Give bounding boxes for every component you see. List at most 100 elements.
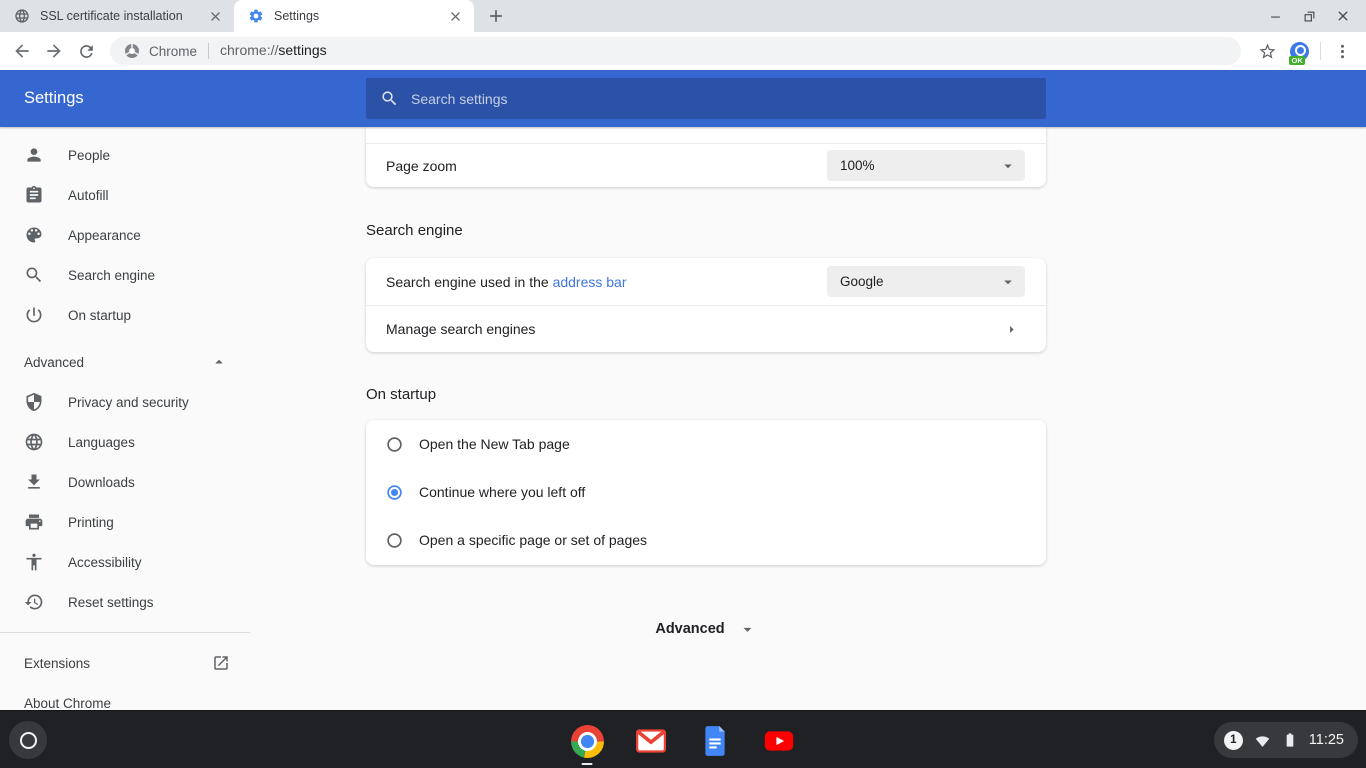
settings-content: People Autofill Appearance Search engine… (0, 127, 1366, 710)
page-zoom-row: Page zoom 100% (366, 144, 1046, 187)
chrome-app-icon[interactable] (569, 723, 605, 759)
tab-close-icon[interactable] (447, 8, 464, 25)
running-app-indicator (582, 763, 593, 766)
site-label: Chrome (149, 44, 197, 59)
url-host: settings (278, 42, 326, 58)
battery-icon (1282, 732, 1298, 748)
radio-unselected-icon[interactable] (386, 436, 403, 453)
sidebar-item-autofill[interactable]: Autofill (0, 175, 250, 215)
sidebar-item-extensions[interactable]: Extensions (0, 643, 250, 683)
reload-button[interactable] (70, 35, 102, 67)
tab-title: SSL certificate installation (40, 9, 207, 23)
back-button[interactable] (6, 35, 38, 67)
restore-history-icon (24, 592, 44, 612)
screen: SSL certificate installation Settings (0, 0, 1366, 768)
status-tray[interactable]: 1 11:25 (1214, 722, 1358, 758)
person-icon (24, 145, 44, 165)
docs-document-icon (698, 724, 732, 758)
search-icon (380, 89, 399, 108)
appearance-card-partial: Page zoom 100% (366, 127, 1046, 187)
clock: 11:25 (1309, 732, 1344, 748)
chevron-down-icon (999, 157, 1017, 175)
globe-favicon-icon (14, 8, 30, 24)
chevron-down-icon (738, 620, 757, 639)
on-startup-card: Open the New Tab page Continue where you… (366, 420, 1046, 565)
omnibox-url: chrome://settings (220, 42, 327, 60)
sidebar-item-accessibility[interactable]: Accessibility (0, 542, 250, 582)
page-zoom-dropdown[interactable]: 100% (827, 150, 1025, 181)
tab-strip: SSL certificate installation Settings (0, 0, 1366, 32)
sidebar-item-about-chrome[interactable]: About Chrome (0, 683, 250, 710)
download-icon (24, 472, 44, 492)
clipboard-icon (24, 185, 44, 205)
new-tab-button[interactable] (482, 2, 510, 30)
shelf-apps (569, 723, 797, 759)
restore-button[interactable] (1292, 0, 1326, 32)
gmail-app-icon[interactable] (633, 723, 669, 759)
docs-app-icon[interactable] (697, 723, 733, 759)
sidebar-item-appearance[interactable]: Appearance (0, 215, 250, 255)
page-zoom-label: Page zoom (386, 158, 827, 174)
sidebar-item-reset-settings[interactable]: Reset settings (0, 582, 250, 622)
wifi-icon (1254, 732, 1271, 749)
close-button[interactable] (1326, 0, 1360, 32)
radio-option-new-tab[interactable]: Open the New Tab page (366, 420, 1046, 468)
chromeos-shelf: 1 11:25 (0, 710, 1366, 768)
chrome-site-icon (124, 43, 140, 59)
launcher-button[interactable] (9, 721, 47, 759)
settings-header: Settings (0, 70, 1366, 127)
search-engine-card: Search engine used in the address bar Go… (366, 258, 1046, 352)
forward-button[interactable] (38, 35, 70, 67)
search-engine-row-label: Search engine used in the address bar (386, 274, 827, 290)
minimize-button[interactable] (1258, 0, 1292, 32)
settings-sidebar: People Autofill Appearance Search engine… (0, 127, 250, 710)
bookmark-star-button[interactable] (1251, 35, 1283, 67)
sidebar-item-search-engine[interactable]: Search engine (0, 255, 250, 295)
power-icon (24, 305, 44, 325)
chrome-logo-icon (571, 725, 604, 758)
shield-icon (24, 392, 44, 412)
tab-settings[interactable]: Settings (234, 0, 474, 32)
sidebar-item-privacy-security[interactable]: Privacy and security (0, 382, 250, 422)
sidebar-item-downloads[interactable]: Downloads (0, 462, 250, 502)
sidebar-item-on-startup[interactable]: On startup (0, 295, 250, 335)
manage-search-engines-row[interactable]: Manage search engines (366, 306, 1046, 352)
search-engine-dropdown[interactable]: Google (827, 266, 1025, 297)
palette-icon (24, 225, 44, 245)
advanced-expand-button[interactable]: Advanced (366, 616, 1046, 642)
tab-title: Settings (274, 9, 447, 23)
arrow-right-icon (1003, 321, 1020, 338)
settings-search-box[interactable] (366, 78, 1046, 119)
tab-ssl-certificate[interactable]: SSL certificate installation (0, 0, 234, 32)
address-bar-link[interactable]: address bar (553, 274, 627, 290)
launcher-circle-icon (20, 732, 37, 749)
sidebar-advanced-toggle[interactable]: Advanced (0, 342, 250, 382)
sidebar-item-languages[interactable]: Languages (0, 422, 250, 462)
omnibox[interactable]: Chrome chrome://settings (110, 37, 1241, 65)
open-in-new-icon (212, 654, 230, 672)
globe-icon (24, 432, 44, 452)
radio-option-continue[interactable]: Continue where you left off (366, 468, 1046, 516)
radio-unselected-icon[interactable] (386, 532, 403, 549)
radio-selected-icon[interactable] (386, 484, 403, 501)
printer-icon (24, 512, 44, 532)
url-scheme: chrome:// (220, 42, 278, 58)
extension-ok-badge: OK (1289, 56, 1305, 66)
browser-menu-button[interactable] (1326, 35, 1358, 67)
chevron-down-icon (999, 273, 1017, 291)
tab-close-icon[interactable] (207, 8, 224, 25)
settings-search-input[interactable] (411, 91, 1032, 107)
toolbar-divider (1320, 42, 1321, 60)
on-startup-heading: On startup (366, 386, 436, 403)
accessibility-icon (24, 552, 44, 572)
radio-option-specific-pages[interactable]: Open a specific page or set of pages (366, 516, 1046, 564)
page-title: Settings (24, 70, 84, 127)
password-checkup-extension-icon[interactable]: OK (1283, 35, 1315, 67)
youtube-app-icon[interactable] (761, 723, 797, 759)
sidebar-item-people[interactable]: People (0, 135, 250, 175)
search-engine-heading: Search engine (366, 222, 463, 239)
omnibox-divider (208, 43, 209, 59)
sidebar-item-printing[interactable]: Printing (0, 502, 250, 542)
gmail-envelope-icon (634, 724, 668, 758)
browser-toolbar: Chrome chrome://settings OK (0, 32, 1366, 70)
